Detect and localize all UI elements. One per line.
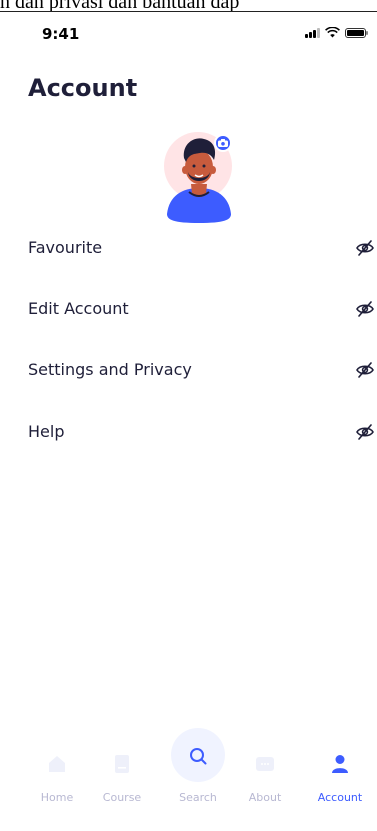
- camera-badge[interactable]: [214, 134, 232, 152]
- tab-label: Home: [40, 791, 74, 804]
- eye-off-icon[interactable]: [356, 362, 374, 378]
- tab-home[interactable]: Home: [22, 726, 92, 812]
- page-title: Account: [28, 74, 138, 102]
- bottom-tab-bar: Home Course Search About Account: [0, 726, 377, 816]
- menu-item-label: Help: [28, 422, 65, 441]
- tab-label: About: [248, 791, 282, 804]
- eye-off-icon[interactable]: [356, 240, 374, 256]
- tab-search[interactable]: Search: [163, 726, 233, 812]
- status-bar: 9:41: [0, 22, 377, 46]
- menu-item-label: Edit Account: [28, 299, 129, 318]
- search-icon: [190, 748, 207, 765]
- battery-icon: [345, 27, 368, 38]
- eye-off-icon[interactable]: [356, 301, 374, 317]
- tab-course[interactable]: Course: [87, 726, 157, 812]
- status-icons: [305, 27, 368, 38]
- signal-icon: [305, 27, 320, 38]
- tab-label: Account: [317, 791, 363, 804]
- top-caption: n dan privasi dan bantuan dap: [0, 0, 377, 12]
- menu-item-favourite[interactable]: Favourite: [0, 230, 377, 266]
- message-icon: [256, 757, 274, 771]
- eye-off-icon[interactable]: [356, 424, 374, 440]
- person-icon: [332, 755, 348, 773]
- menu-item-label: Settings and Privacy: [28, 360, 192, 379]
- tab-account[interactable]: Account: [305, 726, 375, 812]
- tab-about[interactable]: About: [230, 726, 300, 812]
- tab-label: Search: [179, 791, 217, 804]
- status-time: 9:41: [42, 25, 80, 43]
- tab-label: Course: [102, 791, 142, 804]
- camera-icon: [218, 139, 228, 147]
- book-icon: [115, 755, 129, 773]
- menu-item-help[interactable]: Help: [0, 414, 377, 450]
- home-icon: [49, 756, 65, 772]
- menu-item-label: Favourite: [28, 238, 103, 257]
- menu-item-settings-privacy[interactable]: Settings and Privacy: [0, 352, 377, 388]
- avatar[interactable]: [164, 132, 234, 224]
- menu-item-edit-account[interactable]: Edit Account: [0, 291, 377, 327]
- wifi-icon: [325, 27, 340, 38]
